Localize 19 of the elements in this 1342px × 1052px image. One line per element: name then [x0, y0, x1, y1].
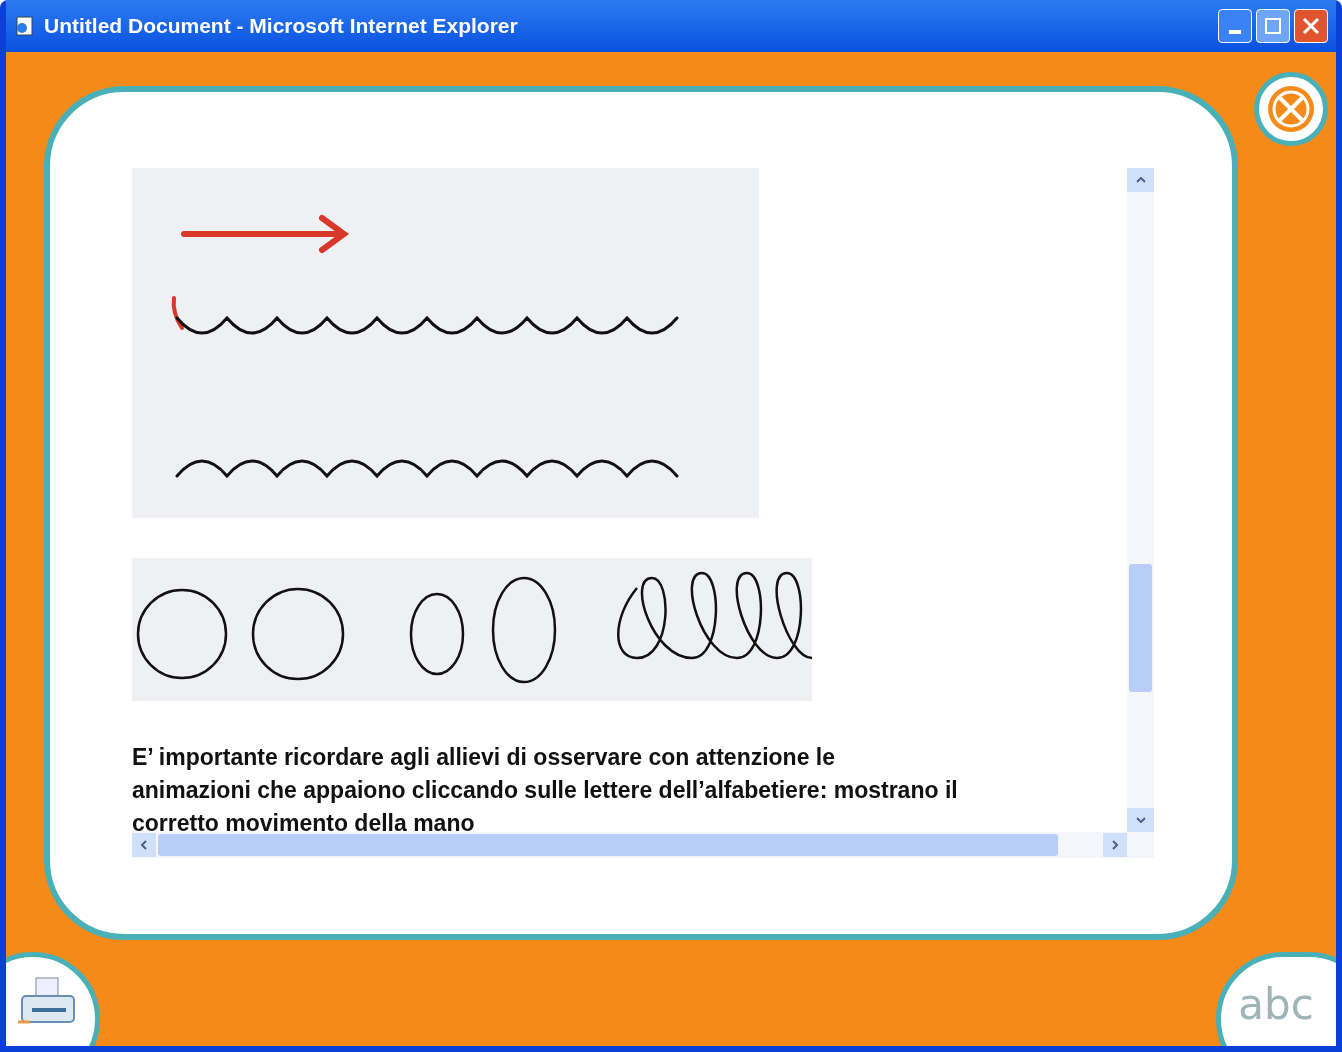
scroll-down-icon[interactable]	[1127, 808, 1154, 832]
instruction-paragraph: E’ importante ricordare agli allievi di osservare con attenzione le animazioni che appaiono cliccando sulle lettere dell’alfabetiere: mostrano il corretto movimento della mano	[132, 743, 958, 832]
maximize-icon	[1265, 18, 1281, 34]
alphabet-button[interactable]: abc	[1216, 952, 1336, 1046]
vertical-scrollbar[interactable]	[1127, 168, 1154, 832]
close-button[interactable]	[1294, 9, 1328, 43]
minimize-icon	[1229, 30, 1241, 34]
horizontal-scroll-thumb[interactable]	[158, 834, 1058, 856]
minimize-button[interactable]	[1218, 9, 1252, 43]
scroll-left-icon[interactable]	[132, 833, 156, 857]
scroll-up-icon[interactable]	[1127, 168, 1154, 192]
horizontal-scrollbar[interactable]	[132, 832, 1154, 858]
close-icon	[1302, 17, 1320, 35]
window-title: Untitled Document - Microsoft Internet Explorer	[44, 13, 519, 40]
maximize-button[interactable]	[1256, 9, 1290, 43]
scroll-right-icon[interactable]	[1103, 833, 1127, 857]
close-circle-icon	[1266, 84, 1316, 134]
scroll-thumb[interactable]	[1129, 564, 1152, 692]
browser-page-icon	[14, 15, 36, 37]
